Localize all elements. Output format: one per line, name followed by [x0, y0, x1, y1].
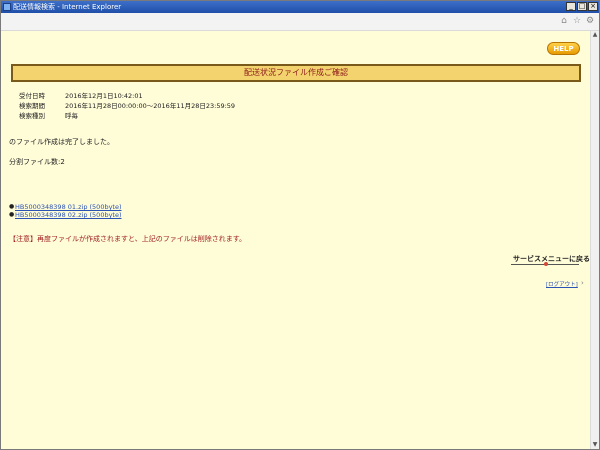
chevron-right-icon: › — [581, 279, 584, 287]
return-link-dot-icon — [544, 262, 548, 266]
info-row-received: 受付日時 2016年12月1日10:42:01 — [19, 91, 235, 101]
file-download-link[interactable]: HB5000348398 01.zip (500byte) — [15, 203, 122, 211]
logout-link[interactable]: [ログアウト] — [546, 280, 578, 288]
close-button[interactable]: × — [588, 2, 598, 11]
scroll-down-arrow-icon[interactable]: ▼ — [591, 441, 599, 449]
maximize-button[interactable]: □ — [577, 2, 587, 11]
completion-message: のファイル作成は完了しました。 — [9, 138, 114, 146]
minimize-button[interactable]: _ — [566, 2, 576, 11]
info-label: 受付日時 — [19, 92, 45, 100]
file-count: 分割ファイル数:2 — [9, 158, 65, 166]
title-banner: 配送状況ファイル作成ご確認 — [11, 64, 581, 82]
window-title: 配送情報検索 - Internet Explorer — [13, 3, 122, 11]
app-icon — [3, 3, 11, 11]
toolbar-icons: ⌂ ☆ ⚙ — [559, 16, 595, 26]
info-row-period: 検索期間 2016年11月28日00:00:00～2016年11月28日23:5… — [19, 101, 235, 111]
warning-message: 【注意】再度ファイルが作成されますと、上記のファイルは削除されます。 — [9, 235, 247, 243]
scroll-up-arrow-icon[interactable]: ▲ — [591, 31, 599, 39]
browser-window: 配送情報検索 - Internet Explorer _ □ × ⌂ ☆ ⚙ H… — [0, 0, 600, 450]
vertical-scrollbar[interactable]: ▲ ▼ — [590, 31, 599, 449]
file-download-link[interactable]: HB5000348398 02.zip (500byte) — [15, 211, 122, 219]
home-icon[interactable]: ⌂ — [559, 16, 569, 26]
settings-gear-icon[interactable]: ⚙ — [585, 16, 595, 26]
file-list: ● HB5000348398 01.zip (500byte) ● HB5000… — [9, 203, 122, 219]
info-value: 2016年11月28日00:00:00～2016年11月28日23:59:59 — [65, 102, 236, 110]
browser-toolbar: ⌂ ☆ ⚙ — [1, 13, 599, 31]
info-value: 呼毎 — [65, 112, 78, 120]
help-button[interactable]: HELP — [547, 42, 580, 55]
list-item: ● HB5000348398 02.zip (500byte) — [9, 211, 122, 219]
list-item: ● HB5000348398 01.zip (500byte) — [9, 203, 122, 211]
request-info: 受付日時 2016年12月1日10:42:01 検索期間 2016年11月28日… — [19, 91, 235, 121]
info-label: 検索種別 — [19, 112, 45, 120]
return-to-service-menu-link[interactable]: サービスメニューに戻る — [513, 254, 590, 264]
favorites-star-icon[interactable]: ☆ — [572, 16, 582, 26]
info-row-type: 検索種別 呼毎 — [19, 111, 235, 121]
page-content: HELP 配送状況ファイル作成ご確認 受付日時 2016年12月1日10:42:… — [1, 31, 591, 449]
page-title: 配送状況ファイル作成ご確認 — [244, 68, 348, 77]
title-bar: 配送情報検索 - Internet Explorer _ □ × — [1, 1, 599, 13]
info-label: 検索期間 — [19, 102, 45, 110]
window-controls: _ □ × — [566, 2, 598, 11]
info-value: 2016年12月1日10:42:01 — [65, 92, 143, 100]
